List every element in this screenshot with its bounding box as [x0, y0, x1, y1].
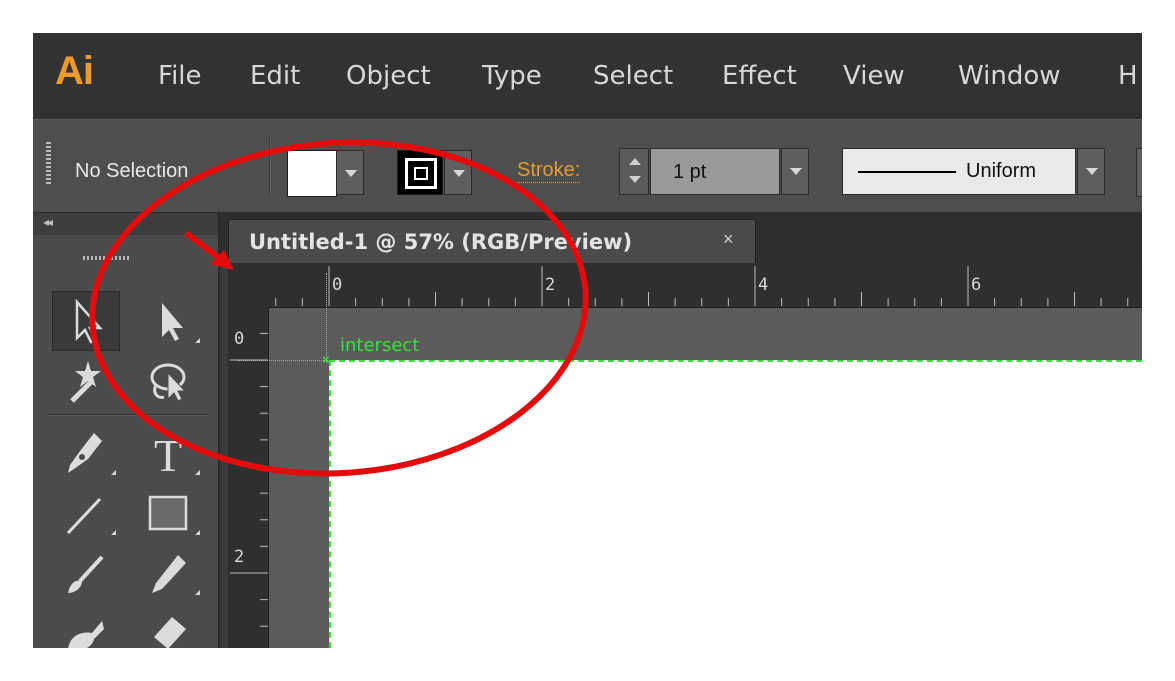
blob-brush-tool[interactable] — [52, 603, 120, 648]
selection-status: No Selection — [75, 160, 189, 182]
ruler-label: 2 — [234, 547, 245, 567]
stroke-color-swatch[interactable] — [397, 150, 443, 195]
menu-type[interactable]: Type — [482, 61, 542, 91]
stroke-weight-stepper[interactable] — [619, 148, 649, 195]
pen-tool[interactable] — [52, 423, 120, 483]
pencil-tool[interactable] — [136, 543, 204, 603]
chevron-down-icon — [453, 170, 465, 177]
variable-width-profile-select[interactable]: Uniform — [842, 148, 1076, 195]
magic-wand-tool[interactable] — [52, 351, 120, 411]
lasso-tool[interactable] — [136, 351, 204, 411]
variable-width-label: Uniform — [966, 160, 1037, 182]
direct-selection-tool-icon — [162, 303, 183, 341]
eraser-tool[interactable] — [136, 603, 204, 648]
svg-text:T: T — [154, 430, 182, 477]
fill-color-swatch[interactable] — [287, 150, 337, 197]
stroke-weight-input[interactable]: 1 pt — [650, 148, 780, 195]
eraser-tool-icon — [154, 617, 186, 648]
line-segment-tool-icon — [66, 497, 102, 535]
ruler-origin-guide-horizontal — [238, 360, 328, 361]
lasso-tool-icon — [150, 363, 187, 402]
document-tab[interactable]: Untitled-1 @ 57% (RGB/Preview) × — [228, 219, 756, 263]
ruler-label: 4 — [758, 275, 769, 295]
intersect-marker-icon: × — [322, 352, 330, 367]
stroke-swatch-icon — [405, 158, 437, 189]
tools-panel: ◂◂ T — [33, 213, 220, 648]
stroke-swatch-inner — [414, 167, 428, 180]
divider — [269, 138, 271, 196]
stroke-panel-link[interactable]: Stroke: — [517, 159, 581, 183]
brush-definition-select[interactable] — [1136, 148, 1142, 197]
panel-grip-icon[interactable] — [46, 142, 51, 184]
document-tab-title: Untitled-1 @ 57% (RGB/Preview) — [249, 230, 633, 254]
tools-panel-header: ◂◂ — [33, 213, 218, 235]
stroke-dropdown-button[interactable] — [444, 150, 472, 195]
chevron-down-icon — [345, 170, 357, 177]
tools-divider — [47, 414, 207, 416]
menu-object[interactable]: Object — [346, 61, 431, 91]
menu-window[interactable]: Window — [958, 61, 1061, 91]
menu-select[interactable]: Select — [593, 61, 673, 91]
chevron-down-icon — [1086, 168, 1098, 175]
smart-guide-label: intersect — [340, 335, 420, 356]
collapse-panel-icon[interactable]: ◂◂ — [43, 215, 53, 229]
menu-edit[interactable]: Edit — [250, 61, 300, 91]
stepper-down-icon[interactable] — [629, 176, 641, 183]
ruler-label: 2 — [545, 275, 556, 295]
pen-tool-icon — [68, 433, 102, 473]
tools-panel-grip-icon[interactable] — [83, 256, 131, 260]
tool-flyout-icon — [195, 338, 200, 343]
pencil-tool-icon — [152, 555, 186, 593]
stepper-up-icon[interactable] — [629, 158, 641, 165]
magic-wand-tool-icon — [70, 361, 101, 403]
chevron-down-icon — [790, 168, 802, 175]
blob-brush-tool-icon — [68, 621, 104, 648]
menu-bar: Ai File Edit Object Type Select Effect V… — [33, 33, 1142, 119]
tool-flyout-icon — [195, 470, 200, 475]
rectangle-tool[interactable] — [136, 483, 204, 543]
artboard[interactable] — [329, 360, 1142, 648]
stroke-weight-dropdown-button[interactable] — [781, 148, 809, 195]
document-tab-strip: Untitled-1 @ 57% (RGB/Preview) × — [220, 213, 1142, 263]
horizontal-ruler[interactable]: 0 2 4 6 — [228, 263, 1142, 308]
tool-flyout-icon — [111, 470, 116, 475]
paintbrush-tool[interactable] — [52, 543, 120, 603]
stroke-profile-preview — [858, 171, 956, 173]
fill-dropdown-button[interactable] — [336, 150, 364, 195]
menu-effect[interactable]: Effect — [722, 61, 797, 91]
selection-tool-icon — [75, 298, 103, 344]
ruler-label: 0 — [332, 275, 343, 295]
control-bar: No Selection Stroke: 1 pt Uniform — [33, 119, 1142, 213]
close-icon[interactable]: × — [723, 229, 734, 250]
direct-selection-tool[interactable] — [136, 291, 204, 351]
tool-flyout-icon — [195, 590, 200, 595]
type-tool-icon: T — [154, 430, 182, 477]
ruler-origin-guide-vertical — [326, 273, 327, 363]
illustrator-window: Ai File Edit Object Type Select Effect V… — [33, 33, 1142, 648]
app-logo: Ai — [55, 49, 94, 93]
menu-help[interactable]: H — [1118, 61, 1138, 91]
ruler-label: 0 — [234, 329, 245, 349]
paintbrush-tool-icon — [68, 555, 104, 593]
rectangle-tool-icon — [148, 495, 188, 531]
menu-file[interactable]: File — [158, 61, 202, 91]
variable-width-dropdown-button[interactable] — [1077, 148, 1105, 195]
type-tool[interactable]: T — [136, 423, 204, 483]
menu-view[interactable]: View — [843, 61, 905, 91]
vertical-ruler[interactable]: 0 2 — [228, 307, 269, 648]
ruler-label: 6 — [971, 275, 982, 295]
tool-flyout-icon — [195, 530, 200, 535]
tool-flyout-icon — [111, 530, 116, 535]
line-segment-tool[interactable] — [52, 483, 120, 543]
selection-tool[interactable] — [52, 291, 120, 351]
